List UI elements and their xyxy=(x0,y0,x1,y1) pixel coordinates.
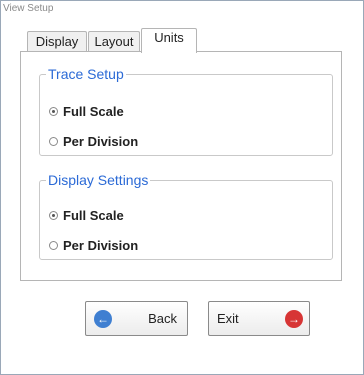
trace-per-division-label: Per Division xyxy=(63,134,139,149)
back-button[interactable]: ← Back xyxy=(85,301,188,336)
radio-unchecked-icon[interactable] xyxy=(49,137,58,146)
trace-full-scale-radio[interactable]: Full Scale xyxy=(49,104,124,119)
exit-arrow-icon: → xyxy=(285,309,303,328)
display-settings-group: Display Settings Full Scale Per Division xyxy=(39,172,333,260)
view-setup-window: View Setup Display Layout Units Trace Se… xyxy=(0,0,364,375)
tab-units[interactable]: Units xyxy=(141,28,197,53)
trace-full-scale-label: Full Scale xyxy=(63,104,124,119)
window-title: View Setup xyxy=(3,3,54,14)
exit-button-label: Exit xyxy=(217,311,239,326)
trace-setup-legend: Trace Setup xyxy=(48,66,124,82)
display-settings-legend: Display Settings xyxy=(48,172,149,188)
back-arrow-icon: ← xyxy=(94,309,112,328)
radio-checked-icon[interactable] xyxy=(49,107,58,116)
display-full-scale-radio[interactable]: Full Scale xyxy=(49,208,124,223)
trace-per-division-radio[interactable]: Per Division xyxy=(49,134,138,149)
display-full-scale-label: Full Scale xyxy=(63,208,124,223)
back-button-label: Back xyxy=(148,311,177,326)
exit-button[interactable]: Exit → xyxy=(208,301,310,336)
units-panel: Trace Setup Full Scale Per Division Disp… xyxy=(20,51,342,281)
display-per-division-label: Per Division xyxy=(63,238,139,253)
display-per-division-radio[interactable]: Per Division xyxy=(49,238,138,253)
tab-display[interactable]: Display xyxy=(27,31,87,52)
tab-layout[interactable]: Layout xyxy=(88,31,140,52)
radio-unchecked-icon[interactable] xyxy=(49,241,58,250)
trace-setup-group: Trace Setup Full Scale Per Division xyxy=(39,66,333,156)
radio-checked-icon[interactable] xyxy=(49,211,58,220)
